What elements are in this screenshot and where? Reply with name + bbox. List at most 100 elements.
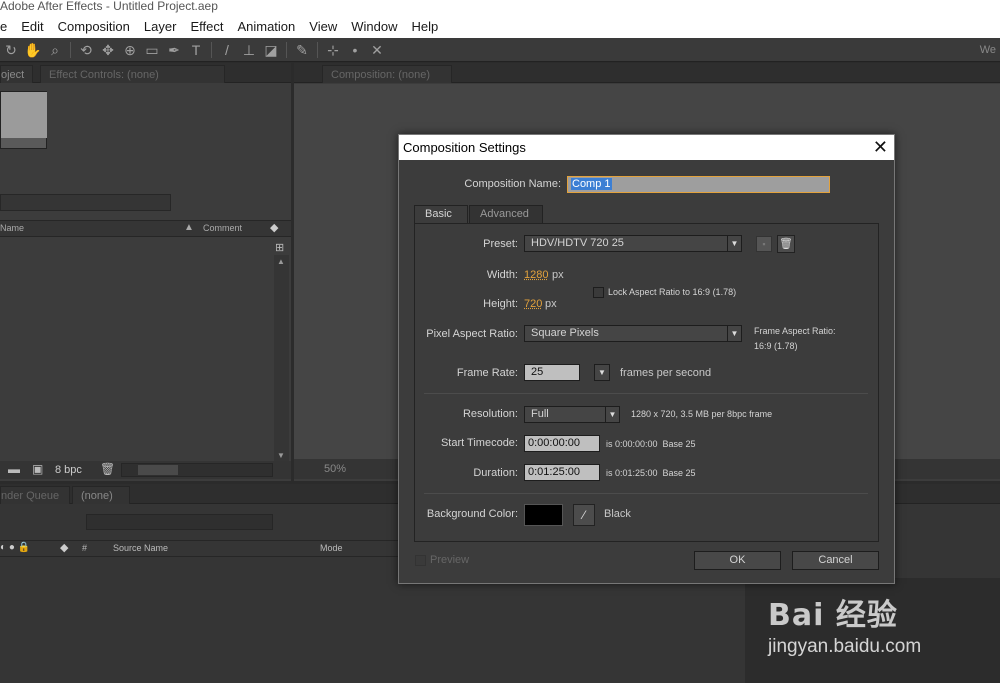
start-timecode-input[interactable]: 0:00:00:00 xyxy=(524,435,600,452)
width-value[interactable]: 1280 xyxy=(524,269,548,281)
label-tag-icon[interactable]: ◆ xyxy=(270,221,278,234)
eraser-tool-icon[interactable]: ◪ xyxy=(260,40,282,60)
menu-file[interactable]: e xyxy=(0,19,7,34)
divider xyxy=(424,493,868,494)
tab-render-queue[interactable]: nder Queue xyxy=(0,486,70,504)
folder-icon[interactable]: ▬ xyxy=(8,462,20,476)
tab-basic[interactable]: Basic xyxy=(414,205,468,224)
comp-name-input[interactable]: Comp 1 xyxy=(567,176,830,193)
zoom-dropdown[interactable]: 50% xyxy=(324,463,346,475)
workspace-label[interactable]: We xyxy=(980,44,996,56)
menu-effect[interactable]: Effect xyxy=(190,19,223,34)
column-comment[interactable]: Comment xyxy=(203,223,242,233)
label-tag-icon[interactable]: ◆ xyxy=(60,541,68,554)
scroll-up-icon[interactable]: ▲ xyxy=(277,257,285,266)
project-footer: ▬ ▣ 8 bpc 🗑 xyxy=(0,461,291,479)
project-scrollbar[interactable]: ▲ ▼ xyxy=(274,255,289,462)
frame-rate-dropdown[interactable]: ▼ xyxy=(594,364,610,381)
menu-composition[interactable]: Composition xyxy=(58,19,130,34)
frames-per-second-label: frames per second xyxy=(620,367,712,379)
anchor-icon[interactable]: ⊕ xyxy=(119,40,141,60)
project-column-header: Name ▲ Comment ◆ xyxy=(0,220,291,237)
menu-layer[interactable]: Layer xyxy=(144,19,177,34)
start-timecode-info: is 0:00:00:00 Base 25 xyxy=(606,439,696,449)
hand-tool-icon[interactable]: ✋ xyxy=(22,40,44,60)
axis-local-icon[interactable]: ⊹ xyxy=(322,40,344,60)
baidu-logo: Bai 经验 xyxy=(768,598,898,633)
timeline-search-input[interactable] xyxy=(86,514,273,530)
sort-icon[interactable]: ▲ xyxy=(184,222,194,233)
divider xyxy=(424,393,868,394)
tab-composition[interactable]: Composition: (none) xyxy=(322,65,452,83)
lock-aspect-checkbox[interactable] xyxy=(593,287,604,298)
menu-view[interactable]: View xyxy=(309,19,337,34)
toolbar-divider xyxy=(317,41,318,58)
menu-window[interactable]: Window xyxy=(351,19,397,34)
tools-panel: ↻ ✋ ⌕ ⟲ ✥ ⊕ ▭ ✒ T / ⊥ ◪ ✎ ⊹ • ✕ We xyxy=(0,38,1000,62)
frame-rate-input[interactable]: 25 xyxy=(524,364,580,381)
close-icon[interactable]: ✕ xyxy=(873,135,888,160)
frame-aspect-value: 16:9 (1.78) xyxy=(754,341,798,351)
cancel-button[interactable]: Cancel xyxy=(792,551,879,570)
column-source-name[interactable]: Source Name xyxy=(113,543,168,553)
puppet-pin-icon[interactable]: ✎ xyxy=(291,40,313,60)
menu-animation[interactable]: Animation xyxy=(237,19,295,34)
project-tabbar: oject Effect Controls: (none) xyxy=(0,63,291,83)
axis-world-icon[interactable]: • xyxy=(344,40,366,60)
project-search-input[interactable] xyxy=(0,194,171,211)
background-color-label: Background Color: xyxy=(426,508,518,520)
width-unit: px xyxy=(552,269,564,281)
rotate-tool-icon[interactable]: ↻ xyxy=(0,40,22,60)
column-mode[interactable]: Mode xyxy=(320,543,343,553)
ok-button[interactable]: OK xyxy=(694,551,781,570)
frame-aspect-label: Frame Aspect Ratio: xyxy=(754,326,836,336)
menu-help[interactable]: Help xyxy=(411,19,438,34)
duration-input[interactable]: 0:01:25:00 xyxy=(524,464,600,481)
axis-view-icon[interactable]: ✕ xyxy=(366,40,388,60)
resolution-dropdown[interactable]: Full ▼ xyxy=(524,406,620,423)
tab-advanced[interactable]: Advanced xyxy=(469,205,543,224)
column-name[interactable]: Name xyxy=(0,223,24,233)
column-hash[interactable]: # xyxy=(82,543,87,553)
eyedropper-icon[interactable]: ⁄ xyxy=(573,504,595,526)
text-tool-icon[interactable]: T xyxy=(185,40,207,60)
resolution-info: 1280 x 720, 3.5 MB per 8bpc frame xyxy=(631,409,773,419)
save-preset-icon[interactable]: ▪ xyxy=(756,236,772,252)
duration-label: Duration: xyxy=(473,467,518,479)
horizontal-scrollbar[interactable] xyxy=(121,463,273,477)
duration-info: is 0:01:25:00 Base 25 xyxy=(606,468,696,478)
width-label: Width: xyxy=(486,269,518,281)
comp-tabbar: Composition: (none) xyxy=(294,63,1000,83)
toolbar-divider xyxy=(286,41,287,58)
toolbar-divider xyxy=(211,41,212,58)
pixel-aspect-dropdown[interactable]: Square Pixels ▼ xyxy=(524,325,742,342)
tab-project[interactable]: oject xyxy=(0,65,34,83)
height-value[interactable]: 720 xyxy=(524,298,542,310)
new-comp-icon[interactable]: ▣ xyxy=(32,462,43,476)
background-color-swatch[interactable] xyxy=(524,504,563,526)
zoom-tool-icon[interactable]: ⌕ xyxy=(44,40,66,60)
mask-rect-icon[interactable]: ▭ xyxy=(141,40,163,60)
preview-checkbox[interactable] xyxy=(415,555,426,566)
preset-dropdown[interactable]: HDV/HDTV 720 25 ▼ xyxy=(524,235,742,252)
comp-name-label: Composition Name: xyxy=(464,178,561,190)
menu-edit[interactable]: Edit xyxy=(21,19,43,34)
av-switch-icons[interactable]: ◐ ● 🔒 xyxy=(0,542,30,553)
pen-tool-icon[interactable]: ✒ xyxy=(163,40,185,60)
trash-icon[interactable]: 🗑 xyxy=(100,462,115,476)
bpc-label[interactable]: 8 bpc xyxy=(55,464,82,476)
pan-behind-icon[interactable]: ✥ xyxy=(97,40,119,60)
scroll-down-icon[interactable]: ▼ xyxy=(277,451,285,460)
clone-stamp-icon[interactable]: ⊥ xyxy=(238,40,260,60)
tab-timeline-none[interactable]: (none) xyxy=(72,486,130,504)
tab-effect-controls[interactable]: Effect Controls: (none) xyxy=(40,65,225,83)
orbit-camera-icon[interactable]: ⟲ xyxy=(75,40,97,60)
start-timecode-label: Start Timecode: xyxy=(440,437,518,449)
delete-preset-icon[interactable]: 🗑 xyxy=(777,235,795,253)
timeline-column-header: ◐ ● 🔒 ◆ # Source Name Mode xyxy=(0,540,400,557)
preview-label: Preview xyxy=(430,554,470,566)
flowchart-icon[interactable]: ⊞ xyxy=(275,241,284,254)
brush-tool-icon[interactable]: / xyxy=(216,40,238,60)
toolbar-divider xyxy=(70,41,71,58)
height-label: Height: xyxy=(483,298,518,310)
